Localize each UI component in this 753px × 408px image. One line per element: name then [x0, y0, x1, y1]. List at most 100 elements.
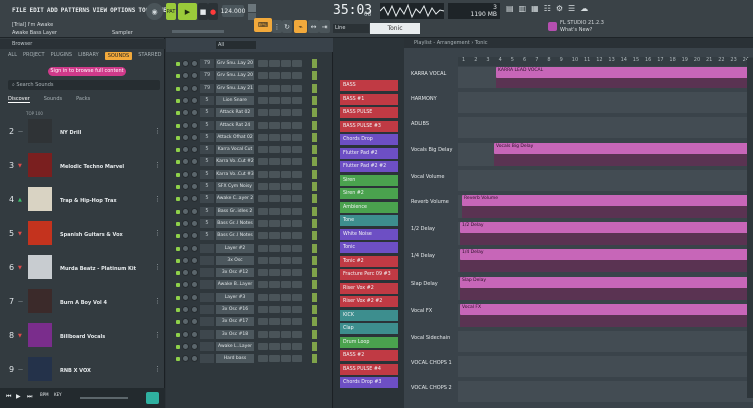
channel-pan-knob[interactable] — [182, 170, 189, 178]
step-button[interactable] — [269, 306, 280, 313]
track-header[interactable]: 1/4 Delay — [409, 253, 457, 277]
mixer-track[interactable]: BASS PULSE #3 — [340, 120, 398, 132]
channel-name-button[interactable]: Grv Snu..Lay 20 — [216, 59, 254, 68]
timeline-ruler[interactable]: 1 2 3 4 5 6 7 8 9 10 11 12 13 14 15 16 17 18 19 20 21 22 23 24 — [458, 57, 753, 66]
track-header[interactable]: HARMONY — [409, 96, 457, 118]
channel-name-button[interactable]: 3x Osc — [216, 255, 254, 265]
step-button[interactable] — [280, 170, 291, 178]
step-button[interactable] — [280, 146, 291, 154]
channel-mute-led[interactable] — [176, 172, 180, 177]
step-button[interactable] — [269, 133, 280, 141]
menu-edit[interactable]: EDIT — [29, 7, 43, 14]
playlist-clip[interactable]: 1/4 Delay — [460, 249, 753, 261]
mixer-track[interactable]: BASS #2 — [340, 350, 398, 361]
step-button[interactable] — [269, 170, 280, 178]
snap-mode-select[interactable]: Line — [333, 24, 369, 33]
step-button[interactable] — [291, 207, 302, 215]
channel-select-indicator[interactable] — [312, 243, 317, 253]
channel-select-indicator[interactable] — [312, 206, 317, 216]
mixer-track[interactable]: Riser Vox #2 — [340, 282, 398, 294]
step-button[interactable] — [291, 195, 302, 203]
step-button[interactable] — [258, 207, 269, 215]
step-button[interactable] — [258, 318, 269, 326]
channel-select-indicator[interactable] — [312, 255, 317, 265]
channel-select-indicator[interactable] — [312, 280, 317, 290]
channel-select-indicator[interactable] — [312, 231, 317, 241]
menu-patterns[interactable]: PATTERNS — [61, 7, 90, 14]
channel-pan-knob[interactable] — [182, 146, 189, 154]
step-button[interactable] — [258, 121, 269, 129]
step-button[interactable] — [269, 183, 280, 190]
channel-volume-knob[interactable] — [191, 342, 198, 350]
channel-row[interactable]: 5 Bass Gr..l Notes — [168, 231, 328, 241]
channel-volume-knob[interactable] — [191, 232, 198, 240]
channel-volume-knob[interactable] — [191, 244, 198, 252]
step-button[interactable] — [280, 355, 291, 363]
step-sequencer[interactable] — [258, 318, 302, 326]
step-button[interactable] — [280, 256, 291, 264]
step-button[interactable] — [258, 133, 269, 141]
channel-mute-led[interactable] — [176, 98, 180, 103]
track-header[interactable]: Slap Delay — [409, 281, 457, 305]
menu-view[interactable]: VIEW — [93, 7, 107, 14]
more-options-icon[interactable]: ⋮ — [154, 161, 161, 169]
signin-button[interactable]: Sign in to browse full content — [48, 67, 126, 76]
channel-pan-knob[interactable] — [182, 133, 189, 141]
channel-volume-knob[interactable] — [191, 219, 198, 227]
channel-select-indicator[interactable] — [312, 317, 317, 327]
step-sequencer[interactable] — [258, 219, 302, 227]
step-button[interactable] — [280, 244, 291, 252]
track-lane[interactable]: KARRA LEAD VOCAL — [458, 67, 753, 88]
step-button[interactable] — [291, 219, 302, 227]
channel-pan-knob[interactable] — [182, 355, 189, 363]
mixer-track[interactable]: Tonic #2 — [340, 255, 398, 267]
step-button[interactable] — [280, 306, 291, 313]
mixer-track-number[interactable]: 5 — [200, 120, 214, 130]
pack-row[interactable]: 8 ▼ Billboard Vocals ⋮ — [0, 320, 165, 354]
channel-filter-select[interactable]: All — [216, 41, 256, 49]
channel-row[interactable]: 5 Attack Rat 24 — [168, 120, 328, 131]
mixer-track-number[interactable] — [200, 317, 214, 327]
step-sequencer[interactable] — [258, 121, 302, 129]
mixer-track[interactable]: Flutter Pad #2 — [340, 147, 398, 159]
channel-volume-knob[interactable] — [191, 183, 198, 190]
browser-tab-starred[interactable]: STARRED — [138, 52, 161, 60]
metronome-icon[interactable] — [248, 4, 256, 12]
step-button[interactable] — [291, 96, 302, 104]
step-button[interactable] — [280, 293, 291, 301]
channel-volume-knob[interactable] — [191, 158, 198, 166]
track-lane[interactable] — [458, 356, 753, 378]
pack-row[interactable]: 7— Burn A Boy Vol 4 ⋮ — [0, 286, 165, 320]
step-sequencer[interactable] — [258, 146, 302, 154]
step-button[interactable] — [258, 170, 269, 178]
channel-select-indicator[interactable] — [312, 71, 317, 81]
track-lane[interactable]: Slap Delay — [458, 276, 753, 300]
step-button[interactable] — [280, 330, 291, 338]
step-button[interactable] — [269, 256, 280, 264]
step-button[interactable] — [258, 60, 269, 67]
step-button[interactable] — [258, 109, 269, 117]
step-button[interactable] — [291, 84, 302, 92]
step-button[interactable] — [258, 195, 269, 203]
menu-file[interactable]: FILE — [12, 7, 26, 14]
pack-row[interactable]: 3 ▼ Melodic Techno Marvel ⋮ — [0, 150, 165, 184]
subtab-sounds[interactable]: Sounds — [44, 96, 62, 103]
mixer-track[interactable]: BASS PULSE #4 — [340, 363, 398, 375]
mixer-track[interactable]: Tonic — [340, 242, 398, 253]
channel-row[interactable]: 3x Osc #12 — [168, 268, 328, 278]
more-options-icon[interactable]: ⋮ — [154, 331, 161, 339]
channel-mute-led[interactable] — [176, 209, 180, 214]
track-lane[interactable] — [458, 92, 753, 114]
step-button[interactable] — [291, 318, 302, 326]
mixer-track-number[interactable] — [200, 268, 214, 278]
channel-row[interactable]: 79 Grv Snu..Lay 20 — [168, 59, 328, 69]
more-options-icon[interactable]: ⋮ — [154, 229, 161, 237]
mixer-icon[interactable]: ☷ — [544, 4, 551, 13]
channel-volume-knob[interactable] — [191, 121, 198, 129]
channel-pan-knob[interactable] — [182, 219, 189, 227]
step-button[interactable] — [269, 244, 280, 252]
pack-row[interactable]: 9— RNB X VOX ⋮ — [0, 354, 165, 388]
step-button[interactable] — [280, 121, 291, 129]
step-sequencer[interactable] — [258, 342, 302, 350]
subtab-discover[interactable]: Discover — [8, 96, 30, 103]
